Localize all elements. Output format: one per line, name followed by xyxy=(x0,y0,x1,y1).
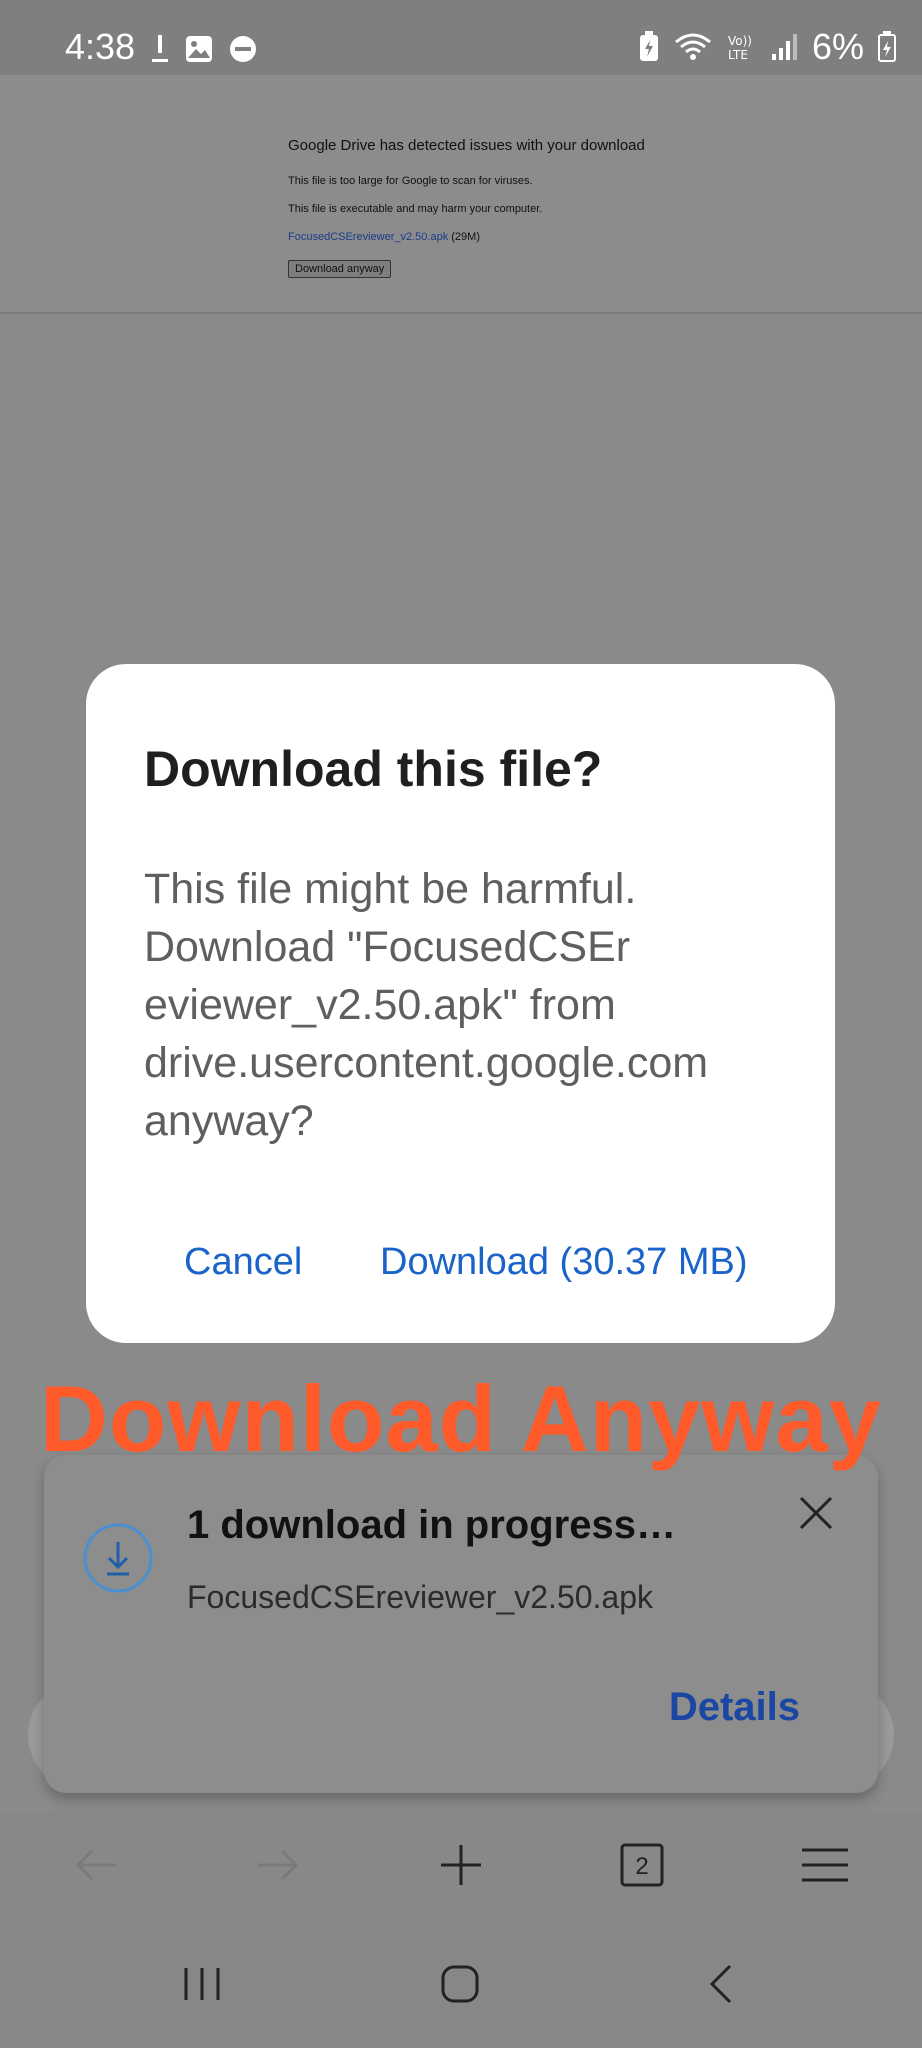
close-icon[interactable] xyxy=(798,1495,834,1536)
download-icon xyxy=(82,1522,154,1599)
dialog-cancel-button[interactable]: Cancel xyxy=(184,1241,302,1284)
svg-text:LTE: LTE xyxy=(728,48,748,62)
dialog-download-button[interactable]: Download (30.37 MB) xyxy=(380,1241,748,1284)
battery-saver-icon xyxy=(638,31,660,63)
download-progress-card: 1 download in progress… FocusedCSEreview… xyxy=(44,1455,878,1793)
webpage-warning-executable: This file is executable and may harm you… xyxy=(288,203,543,215)
gallery-icon xyxy=(184,34,214,64)
overlay-annotation: Download Anyway xyxy=(40,1366,882,1471)
download-card-title: 1 download in progress… xyxy=(187,1503,676,1547)
status-left-icons xyxy=(150,33,258,65)
menu-icon[interactable] xyxy=(800,1842,850,1893)
recent-apps-icon[interactable] xyxy=(180,1962,224,2011)
tab-count: 2 xyxy=(635,1853,648,1880)
status-right-icons: Vo)) LTE 6% xyxy=(638,26,896,68)
back-nav-icon[interactable] xyxy=(700,1962,744,2011)
webpage-file-size: (29M) xyxy=(451,231,480,243)
back-icon[interactable] xyxy=(74,1842,120,1893)
webpage-content: Google Drive has detected issues with yo… xyxy=(0,75,922,314)
battery-icon xyxy=(878,31,896,63)
status-time: 4:38 xyxy=(65,26,136,67)
download-dialog: Download this file? This file might be h… xyxy=(86,664,835,1343)
tabs-icon[interactable]: 2 xyxy=(619,1842,665,1893)
download-details-button[interactable]: Details xyxy=(669,1685,800,1730)
system-navigation-bar xyxy=(0,1932,922,2048)
svg-text:Vo)): Vo)) xyxy=(728,34,752,48)
home-icon[interactable] xyxy=(438,1962,482,2011)
webpage-file-row: FocusedCSEreviewer_v2.50.apk (29M) xyxy=(288,231,480,243)
download-notification-icon xyxy=(150,33,170,65)
download-card-filename: FocusedCSEreviewer_v2.50.apk xyxy=(187,1579,654,1615)
webpage-file-link[interactable]: FocusedCSEreviewer_v2.50.apk xyxy=(288,231,448,243)
forward-icon[interactable] xyxy=(254,1842,300,1893)
dnd-icon xyxy=(228,34,258,64)
wifi-icon xyxy=(674,32,712,62)
battery-percent: 6% xyxy=(811,26,864,67)
new-tab-icon[interactable] xyxy=(438,1842,484,1893)
status-bar: 4:38 Vo)) LTE 6% xyxy=(0,0,922,75)
webpage-warning-size: This file is too large for Google to sca… xyxy=(288,175,533,187)
webpage-download-anyway-button[interactable]: Download anyway xyxy=(288,260,392,278)
dialog-body: This file might be harmful. Download "Fo… xyxy=(144,865,709,1145)
signal-icon xyxy=(770,32,798,62)
volte-icon: Vo)) LTE xyxy=(726,32,756,62)
browser-toolbar: 2 xyxy=(0,1812,922,1932)
dialog-title: Download this file? xyxy=(144,741,603,797)
webpage-heading: Google Drive has detected issues with yo… xyxy=(288,137,645,154)
